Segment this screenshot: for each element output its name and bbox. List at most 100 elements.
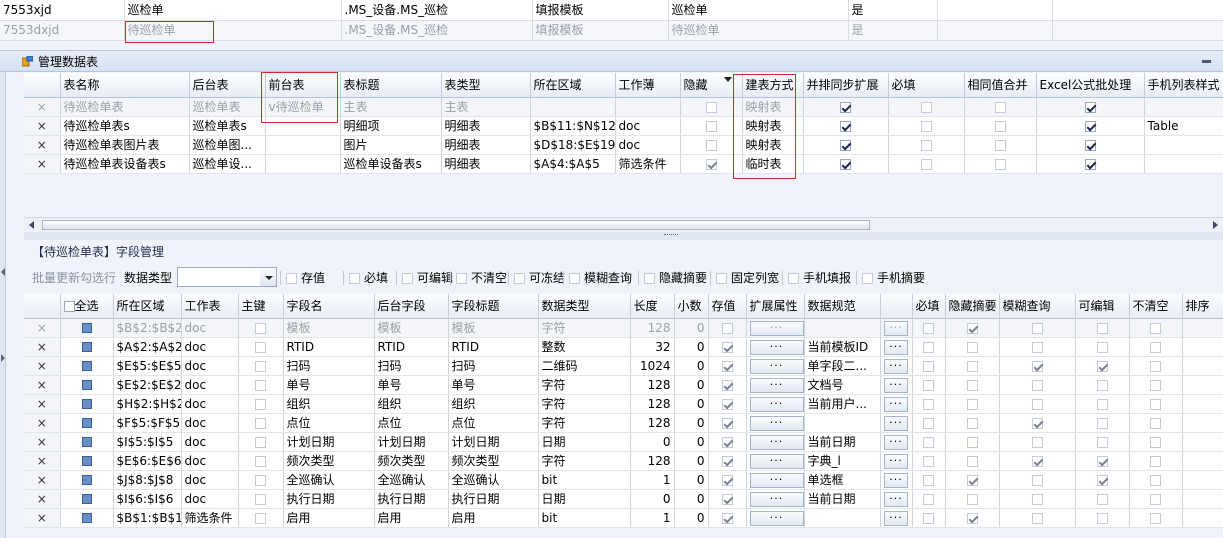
fuzzy-query-checkbox[interactable] — [1031, 322, 1043, 334]
required-checkbox[interactable] — [920, 101, 932, 113]
scroll-thumb[interactable] — [42, 220, 870, 230]
required-checkbox[interactable] — [923, 436, 934, 448]
store-checkbox[interactable] — [721, 360, 733, 372]
column-header[interactable]: 字段名 — [283, 294, 375, 319]
row-select-icon[interactable] — [81, 475, 92, 485]
store-checkbox[interactable] — [721, 398, 733, 410]
column-header[interactable]: 后台表 — [189, 73, 266, 98]
template-row[interactable]: 7553xjd 巡检单 .MS_设备.MS_巡检 填报模板 巡检单是 — [0, 0, 1223, 21]
sync-checkbox[interactable] — [840, 158, 851, 170]
excel-checkbox[interactable] — [1084, 101, 1096, 113]
field-row[interactable]: × $E$6:$E$6 doc 频次类型 频次类型 频次类型 字符 128 0 ··· 字典_l ··… — [24, 451, 1223, 471]
toolbar-check-item[interactable]: 隐藏摘要 — [644, 270, 707, 286]
sync-checkbox[interactable] — [840, 120, 851, 132]
row-select-icon[interactable] — [81, 513, 92, 523]
row-select-icon[interactable] — [81, 399, 92, 409]
delete-row-icon[interactable]: × — [24, 432, 61, 452]
hide-summary-checkbox[interactable] — [966, 493, 978, 505]
merge-checkbox[interactable] — [994, 120, 1006, 132]
filter-icon[interactable] — [724, 77, 732, 82]
delete-row-icon[interactable]: × — [24, 508, 61, 528]
pk-checkbox[interactable] — [255, 379, 266, 391]
spec-button[interactable]: ··· — [884, 377, 908, 393]
column-header[interactable]: 所在区域 — [113, 294, 182, 319]
spec-button[interactable]: ··· — [884, 510, 908, 526]
toolbar-check-item[interactable]: 固定列宽 — [716, 270, 779, 286]
field-row[interactable]: × $B$1:$B$1 筛选条件 启用 启用 启用 bit 1 0 ··· ··· — [24, 508, 1223, 528]
column-header[interactable]: 扩展属性 — [746, 294, 805, 319]
ext-attr-button[interactable]: ··· — [749, 339, 803, 355]
fuzzy-query-checkbox[interactable] — [1031, 493, 1043, 505]
keep-value-checkbox[interactable] — [1150, 417, 1161, 429]
hide-summary-checkbox[interactable] — [966, 512, 978, 524]
toolbar-check-item[interactable]: 手机填报 — [788, 270, 851, 286]
column-header[interactable]: 隐藏 — [680, 73, 743, 98]
scroll-left-icon[interactable] — [29, 221, 34, 229]
left-splitter[interactable] — [0, 72, 6, 538]
field-row[interactable]: × $I$5:$I$5 doc 计划日期 计划日期 计划日期 日期 0 0 ··· 当前日期 ··· — [24, 432, 1223, 452]
excel-checkbox[interactable] — [1084, 120, 1096, 132]
store-checkbox[interactable] — [721, 455, 733, 467]
store-checkbox[interactable] — [721, 474, 733, 486]
ext-attr-button[interactable]: ··· — [749, 491, 803, 507]
delete-row-icon[interactable]: × — [24, 154, 61, 174]
row-select-icon[interactable] — [81, 323, 92, 333]
field-row[interactable]: × $B$2:$B$2 doc 模板 模板 模板 字符 128 0 ··· ··· — [24, 318, 1223, 338]
toolbar-checkbox[interactable] — [862, 273, 873, 284]
field-row[interactable]: × $A$2:$A$2 doc RTID RTID RTID 整数 32 0 ··· 当前模板ID ·… — [24, 337, 1223, 357]
required-checkbox[interactable] — [923, 417, 934, 429]
chevron-down-icon[interactable] — [260, 267, 277, 287]
column-header[interactable]: 模糊查询 — [999, 294, 1076, 319]
delete-row-icon[interactable]: × — [24, 318, 61, 338]
keep-value-checkbox[interactable] — [1150, 398, 1161, 410]
store-checkbox[interactable] — [721, 322, 733, 334]
editable-checkbox[interactable] — [1096, 512, 1108, 524]
spec-button[interactable]: ··· — [884, 453, 908, 469]
required-checkbox[interactable] — [923, 341, 934, 353]
column-header[interactable] — [24, 294, 61, 319]
spec-button[interactable]: ··· — [884, 434, 908, 450]
spec-button[interactable]: ··· — [884, 396, 908, 412]
required-checkbox[interactable] — [923, 474, 934, 486]
field-row[interactable]: × $E$2:$E$2 doc 单号 单号 单号 字符 128 0 ··· 文档号 ··· — [24, 375, 1223, 395]
editable-checkbox[interactable] — [1096, 455, 1108, 467]
select-all-checkbox[interactable] — [63, 300, 75, 312]
toolbar-check-item[interactable]: 手机摘要 — [862, 270, 925, 286]
required-checkbox[interactable] — [923, 322, 934, 334]
column-header[interactable]: 必填 — [912, 294, 946, 319]
excel-checkbox[interactable] — [1084, 139, 1096, 151]
fuzzy-query-checkbox[interactable] — [1031, 436, 1043, 448]
store-checkbox[interactable] — [721, 493, 733, 505]
pk-checkbox[interactable] — [255, 322, 266, 334]
column-header[interactable]: 表名称 — [60, 73, 190, 98]
column-header[interactable]: 表类型 — [441, 73, 531, 98]
merge-checkbox[interactable] — [994, 158, 1006, 170]
editable-checkbox[interactable] — [1096, 360, 1108, 372]
merge-checkbox[interactable] — [994, 139, 1006, 151]
spec-button[interactable]: ··· — [884, 472, 908, 488]
column-header[interactable]: 前台表 — [265, 73, 341, 98]
fuzzy-query-checkbox[interactable] — [1031, 512, 1043, 524]
editable-checkbox[interactable] — [1096, 436, 1108, 448]
store-checkbox[interactable] — [721, 436, 733, 448]
hide-summary-checkbox[interactable] — [966, 474, 978, 486]
field-row[interactable]: × $H$2:$H$2 doc 组织 组织 组织 字符 128 0 ··· 当前用户... ··· — [24, 394, 1223, 414]
column-header[interactable]: 所在区域 — [530, 73, 616, 98]
sync-checkbox[interactable] — [840, 139, 851, 151]
spec-button[interactable]: ··· — [884, 491, 908, 507]
pk-checkbox[interactable] — [255, 398, 266, 410]
required-checkbox[interactable] — [920, 158, 932, 170]
pk-checkbox[interactable] — [255, 474, 266, 486]
merge-checkbox[interactable] — [994, 101, 1006, 113]
panel-splitter[interactable] — [24, 232, 1223, 240]
column-header[interactable]: Excel公式批处理 — [1036, 73, 1145, 98]
column-header[interactable]: 手机列表样式 — [1144, 73, 1223, 98]
toolbar-check-item[interactable]: 必填 — [349, 270, 388, 286]
ext-attr-button[interactable]: ··· — [749, 510, 803, 526]
keep-value-checkbox[interactable] — [1150, 341, 1161, 353]
hidden-checkbox[interactable] — [705, 158, 717, 170]
toolbar-checkbox[interactable] — [644, 273, 655, 284]
pk-checkbox[interactable] — [255, 436, 266, 448]
column-header[interactable]: 数据类型 — [538, 294, 631, 319]
toolbar-checkbox[interactable] — [716, 273, 727, 284]
